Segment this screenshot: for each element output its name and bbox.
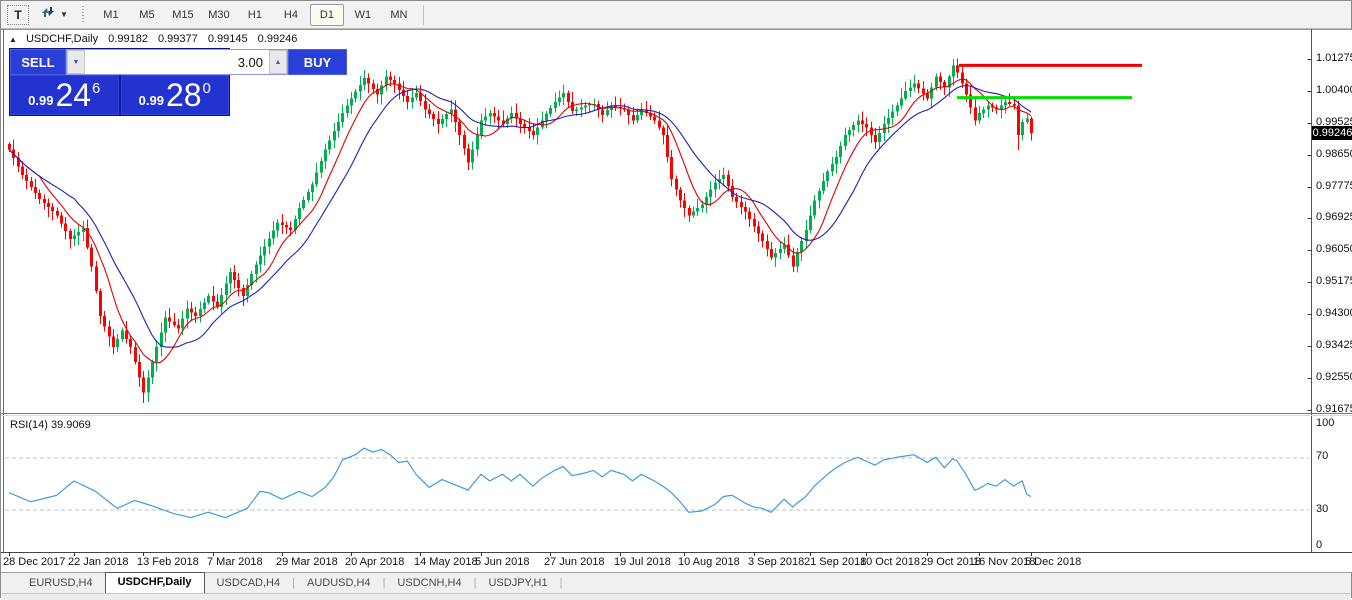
sell-price-sup: 6 xyxy=(92,80,100,97)
date-axis-label: 27 Jun 2018 xyxy=(544,556,605,568)
buy-price[interactable]: 0.99 28 0 xyxy=(121,75,230,115)
mt4-window: T ▼ M1M5M15M30H1H4D1W1MN ▲ USDCHF,Daily … xyxy=(0,0,1352,598)
arrow-tool-button[interactable]: ▼ xyxy=(37,5,71,25)
status-bar xyxy=(1,593,1351,600)
rsi-axis-label: 100 xyxy=(1316,417,1334,429)
chart-client-area: ▲ USDCHF,Daily 0.99182 0.99377 0.99145 0… xyxy=(1,29,1352,572)
buy-price-prefix: 0.99 xyxy=(139,93,164,108)
buy-button[interactable]: BUY xyxy=(288,49,347,75)
ohlc-close: 0.99246 xyxy=(258,33,298,45)
price-axis-label: 1.00400 xyxy=(1316,84,1352,96)
date-axis-label: 3 Sep 2018 xyxy=(748,556,804,568)
ohlc-high: 0.99377 xyxy=(158,33,198,45)
toolbar-grip[interactable] xyxy=(81,6,86,24)
arrows-icon xyxy=(40,4,56,25)
date-axis-label: 19 Jul 2018 xyxy=(614,556,671,568)
chart-title: ▲ USDCHF,Daily 0.99182 0.99377 0.99145 0… xyxy=(9,33,304,45)
date-axis-label: 20 Apr 2018 xyxy=(345,556,404,568)
timeframe-button-h4[interactable]: H4 xyxy=(274,4,308,26)
rsi-indicator-label: RSI(14) 39.9069 xyxy=(10,419,91,431)
text-tool-button[interactable]: T xyxy=(7,5,29,25)
one-click-trade-panel: SELL ▼ ▲ BUY 0.99 24 6 0.99 28 0 xyxy=(9,48,230,116)
chart-tab-bar: EURUSD,H4USDCHF,DailyUSDCAD,H4 | AUDUSD,H4… xyxy=(1,572,1351,593)
price-axis-label: 0.91675 xyxy=(1316,403,1352,415)
chart-tab-eurusd-h4[interactable]: EURUSD,H4 xyxy=(17,574,105,593)
chart-tab-usdchf-daily[interactable]: USDCHF,Daily xyxy=(105,572,205,593)
date-axis[interactable]: 28 Dec 201722 Jan 2018 13 Feb 2018 7 Mar 2… xyxy=(1,553,1312,572)
timeframe-button-m15[interactable]: M15 xyxy=(166,4,200,26)
chart-tab-audusd-h4[interactable]: AUDUSD,H4 xyxy=(295,574,383,593)
volume-input[interactable] xyxy=(85,50,269,74)
timeframe-button-h1[interactable]: H1 xyxy=(238,4,272,26)
date-axis-label: 7 Mar 2018 xyxy=(207,556,263,568)
buy-price-big: 28 xyxy=(166,79,202,111)
sell-button[interactable]: SELL xyxy=(10,49,66,75)
date-axis-label: 21 Sep 2018 xyxy=(804,556,866,568)
rsi-axis-label: 30 xyxy=(1316,503,1328,515)
price-axis-label: 0.96050 xyxy=(1316,243,1352,255)
tab-divider: | xyxy=(560,574,563,593)
chart-tab-usdjpy-h1[interactable]: USDJPY,H1 xyxy=(476,574,559,593)
timeframe-button-m5[interactable]: M5 xyxy=(130,4,164,26)
rsi-axis-label: 0 xyxy=(1316,539,1322,551)
ohlc-open: 0.99182 xyxy=(108,33,148,45)
volume-stepper: ▼ ▲ xyxy=(66,49,288,75)
rsi-axis-label: 70 xyxy=(1316,450,1328,462)
price-axis-label: 0.98650 xyxy=(1316,148,1352,160)
chart-symbol-label: USDCHF,Daily xyxy=(26,33,98,45)
date-axis-label: 10 Aug 2018 xyxy=(678,556,740,568)
date-axis-label: 28 Dec 2017 xyxy=(3,556,65,568)
date-axis-label: 14 May 2018 xyxy=(414,556,478,568)
sell-price-prefix: 0.99 xyxy=(28,93,53,108)
ohlc-low: 0.99145 xyxy=(208,33,248,45)
timeframe-button-d1[interactable]: D1 xyxy=(310,4,344,26)
date-axis-label: 13 Feb 2018 xyxy=(137,556,199,568)
price-axis-label: 0.95175 xyxy=(1316,275,1352,287)
chart-tab-usdcnh-h4[interactable]: USDCNH,H4 xyxy=(385,574,473,593)
price-axis-label: 0.93425 xyxy=(1316,339,1352,351)
panel-collapse-icon[interactable]: ▲ xyxy=(9,35,17,44)
timeframe-button-w1[interactable]: W1 xyxy=(346,4,380,26)
price-axis-label: 0.92550 xyxy=(1316,371,1352,383)
chart-tab-usdcad-h4[interactable]: USDCAD,H4 xyxy=(205,574,293,593)
rsi-line xyxy=(9,448,1031,517)
timeframe-group: M1M5M15M30H1H4D1W1MN xyxy=(93,4,417,26)
toolbar-separator xyxy=(423,5,424,25)
current-price-tag: 0.99246 xyxy=(1312,126,1352,140)
date-axis-label: 29 Mar 2018 xyxy=(276,556,338,568)
date-axis-label: 10 Oct 2018 xyxy=(860,556,920,568)
price-axis-label: 0.97775 xyxy=(1316,180,1352,192)
ma-slow-line xyxy=(9,85,1031,347)
timeframe-button-m30[interactable]: M30 xyxy=(202,4,236,26)
chevron-down-icon: ▼ xyxy=(60,10,68,19)
volume-decrease-button[interactable]: ▼ xyxy=(67,50,85,74)
buy-price-sup: 0 xyxy=(203,80,211,97)
date-axis-label: 29 Oct 2018 xyxy=(921,556,981,568)
date-axis-label: 5 Dec 2018 xyxy=(1025,556,1081,568)
sell-price-big: 24 xyxy=(55,79,91,111)
price-axis[interactable]: 1.012751.004000.995250.986500.977750.969… xyxy=(1312,29,1352,572)
date-axis-label: 22 Jan 2018 xyxy=(68,556,129,568)
sell-price[interactable]: 0.99 24 6 xyxy=(10,75,119,115)
price-axis-label: 1.01275 xyxy=(1316,52,1352,64)
price-axis-label: 0.96925 xyxy=(1316,211,1352,223)
timeframe-button-m1[interactable]: M1 xyxy=(94,4,128,26)
toolbar: T ▼ M1M5M15M30H1H4D1W1MN xyxy=(1,1,1351,29)
date-axis-label: 5 Jun 2018 xyxy=(475,556,529,568)
price-axis-label: 0.94300 xyxy=(1316,307,1352,319)
volume-increase-button[interactable]: ▲ xyxy=(269,50,287,74)
timeframe-button-mn[interactable]: MN xyxy=(382,4,416,26)
